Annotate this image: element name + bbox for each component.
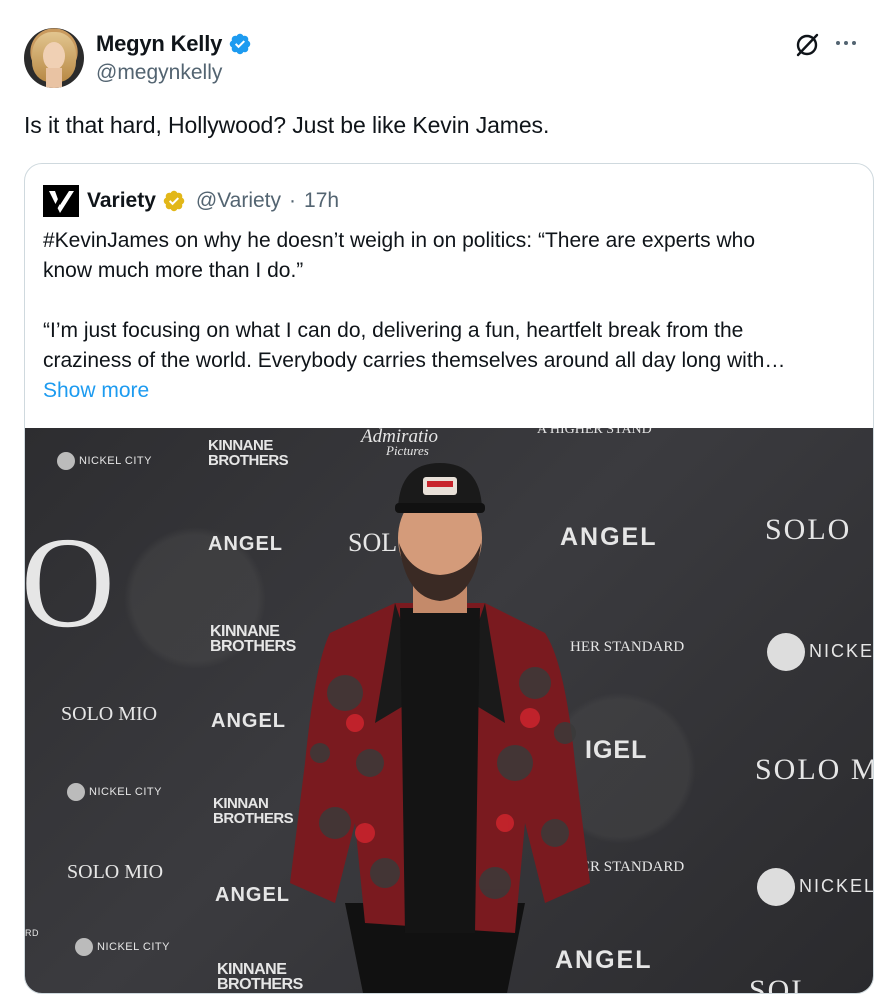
show-more-link[interactable]: Show more <box>43 376 863 406</box>
quoted-tweet-photo[interactable]: NICKEL CITY KINNANE BROTHERS Admiratio Pi… <box>25 428 874 994</box>
quoted-tweet-header: Variety @Variety · 17h <box>43 185 339 217</box>
backdrop-text-solo: SOLO <box>765 513 852 546</box>
quoted-timestamp[interactable]: 17h <box>304 189 339 213</box>
avatar-face <box>43 42 65 70</box>
quoted-tweet-card[interactable]: Variety @Variety · 17h #KevinJames on wh… <box>24 163 874 994</box>
backdrop-text-solo-mio: SOLO MIO <box>67 861 164 883</box>
tweet-header: Megyn Kelly @megynkelly <box>24 28 860 92</box>
quoted-text-line: “I’m just focusing on what I can do, del… <box>43 319 744 342</box>
quoted-separator: · <box>289 189 297 212</box>
backdrop-text-higher-standard: A HIGHER STAND <box>537 428 652 437</box>
quoted-text-line: know much more than I do.” <box>43 259 304 282</box>
photo-subject-person <box>290 463 590 993</box>
backdrop-logo-nicke: NICKE <box>767 633 873 671</box>
variety-logo-icon[interactable] <box>43 185 79 217</box>
backdrop-logo-nickel-city: NICKEL CITY <box>67 783 162 801</box>
quoted-handle[interactable]: @Variety <box>196 189 281 213</box>
author-display-name[interactable]: Megyn Kelly <box>96 31 222 57</box>
quoted-text-line: craziness of the world. Everybody carrie… <box>43 349 786 372</box>
backdrop-text-solo-m: SOLO M <box>755 753 874 786</box>
backdrop-logo-admiratio-sub: Pictures <box>386 443 429 458</box>
backdrop-logo-nickel: NICKEL <box>757 868 873 906</box>
backdrop-text-rd: RD <box>25 928 39 938</box>
gold-verified-badge-icon <box>163 190 185 212</box>
backdrop-text-solo-cut: SOL <box>749 974 812 994</box>
backdrop-logo-angel: ANGEL <box>208 533 283 555</box>
avatar-neck <box>46 68 62 88</box>
more-icon[interactable] <box>836 38 860 48</box>
backdrop-logo-nickel-city: NICKEL CITY <box>57 452 152 470</box>
author-name-row: Megyn Kelly <box>96 31 252 57</box>
quoted-display-name[interactable]: Variety <box>87 189 156 213</box>
avatar[interactable] <box>24 28 84 88</box>
quoted-tweet-text: #KevinJames on why he doesn’t weigh in o… <box>43 226 863 406</box>
backdrop-text-solo-mio: SOLO MIO <box>61 703 158 725</box>
tweet-text: Is it that hard, Hollywood? Just be like… <box>24 112 550 138</box>
grok-icon[interactable] <box>794 32 820 58</box>
verified-badge-icon <box>229 33 251 55</box>
author-handle[interactable]: @megynkelly <box>96 61 222 85</box>
backdrop-text-big-o: O <box>25 511 115 655</box>
backdrop-logo-nickel-city: NICKEL CITY <box>75 938 170 956</box>
quoted-text-line: #KevinJames on why he doesn’t weigh in o… <box>43 229 756 252</box>
